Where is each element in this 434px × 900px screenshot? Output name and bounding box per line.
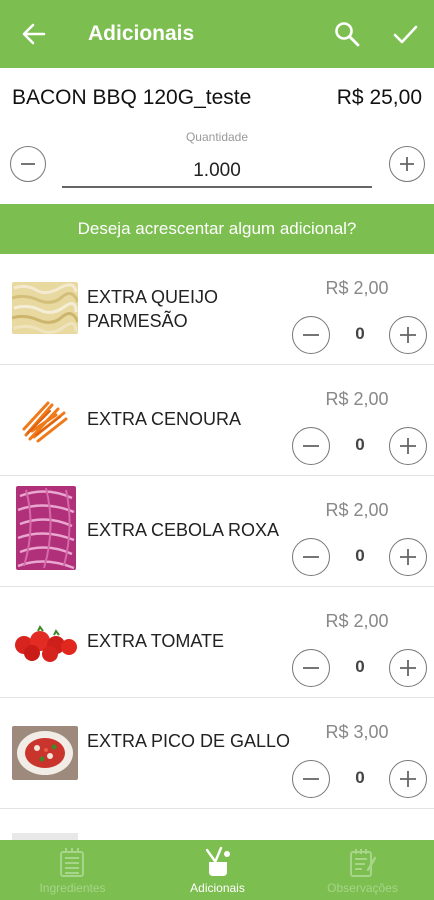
plus-icon [400, 549, 416, 565]
product-name: BACON BBQ 120G_teste [12, 86, 252, 109]
quantity-input[interactable]: 1.000 [62, 156, 372, 188]
decrease-addon-button[interactable] [292, 649, 330, 687]
red-onion-image [16, 486, 76, 570]
increase-quantity-button[interactable] [389, 146, 425, 182]
list-item: EXTRA CEBOLA ROXA R$ 2,00 0 [0, 476, 434, 587]
addons-list[interactable]: EXTRA QUEIJO PARMESÃO R$ 2,00 0 EXTRA CE… [0, 254, 434, 840]
list-item: EXTRA CENOURA R$ 2,00 0 [0, 365, 434, 476]
carrot-image [12, 395, 78, 447]
bottom-navigation: Ingredientes Adicionais Observações [0, 840, 434, 900]
cooking-pot-icon [205, 846, 230, 876]
decrease-quantity-button[interactable] [10, 146, 46, 182]
plus-icon [400, 771, 416, 787]
addons-prompt-banner: Deseja acrescentar algum adicional? [0, 204, 434, 254]
addon-count: 0 [355, 657, 365, 676]
list-item: EXTRA PICO DE GALLO R$ 3,00 0 [0, 698, 434, 809]
increase-addon-button[interactable] [389, 316, 427, 354]
plus-icon [400, 327, 416, 343]
nav-label: Adicionais [190, 881, 245, 895]
nav-adicionais[interactable]: Adicionais [145, 840, 290, 900]
list-item [0, 809, 434, 840]
addon-name: EXTRA CENOURA [87, 409, 242, 429]
app-bar: Adicionais [0, 0, 434, 68]
minus-icon [303, 778, 319, 780]
nav-label: Ingredientes [39, 881, 106, 895]
minus-icon [303, 667, 319, 669]
addon-name: EXTRA CEBOLA ROXA [87, 520, 280, 540]
minus-icon [303, 334, 319, 336]
addon-count: 0 [355, 768, 365, 787]
list-item: EXTRA QUEIJO PARMESÃO R$ 2,00 0 [0, 254, 434, 365]
addon-count: 0 [355, 435, 365, 454]
search-icon[interactable] [333, 20, 361, 48]
plus-icon [400, 660, 416, 676]
pico-de-gallo-image [12, 726, 78, 780]
decrease-addon-button[interactable] [292, 760, 330, 798]
nav-ingredientes[interactable]: Ingredientes [0, 840, 145, 900]
decrease-addon-button[interactable] [292, 316, 330, 354]
product-header: BACON BBQ 120G_teste R$ 25,00 Quantidade… [0, 68, 434, 204]
plus-icon [400, 438, 416, 454]
product-price: R$ 25,00 [336, 86, 422, 109]
quantity-label: Quantidade [185, 130, 249, 144]
decrease-addon-button[interactable] [292, 427, 330, 465]
list-item: EXTRA TOMATE R$ 2,00 0 [0, 587, 434, 698]
addon-name: EXTRA TOMATE [87, 631, 225, 651]
minus-icon [303, 556, 319, 558]
nav-observacoes[interactable]: Observações [290, 840, 434, 900]
addon-price: R$ 2,00 [325, 611, 389, 631]
parmesan-image [12, 282, 78, 334]
increase-addon-button[interactable] [389, 427, 427, 465]
tomato-image [12, 621, 78, 663]
arrow-left-icon[interactable] [20, 20, 48, 48]
minus-icon [21, 163, 35, 165]
notepad-icon [350, 849, 377, 877]
increase-addon-button[interactable] [389, 760, 427, 798]
addon-price: R$ 2,00 [325, 500, 389, 520]
addon-price: R$ 3,00 [325, 722, 389, 742]
addon-thumbnail-partial [12, 833, 78, 840]
addon-price: R$ 2,00 [325, 389, 389, 409]
addon-count: 0 [355, 324, 365, 343]
increase-addon-button[interactable] [389, 538, 427, 576]
plus-icon [400, 157, 414, 171]
addon-name: EXTRA QUEIJO PARMESÃO [87, 287, 219, 331]
minus-icon [303, 445, 319, 447]
addon-name: EXTRA PICO DE GALLO [87, 731, 291, 751]
nav-label: Observações [327, 881, 398, 895]
addon-count: 0 [355, 546, 365, 565]
check-icon[interactable] [391, 20, 419, 48]
page-title: Adicionais [88, 22, 195, 45]
addon-price: R$ 2,00 [325, 278, 389, 298]
menu-list-icon [60, 848, 84, 877]
decrease-addon-button[interactable] [292, 538, 330, 576]
increase-addon-button[interactable] [389, 649, 427, 687]
